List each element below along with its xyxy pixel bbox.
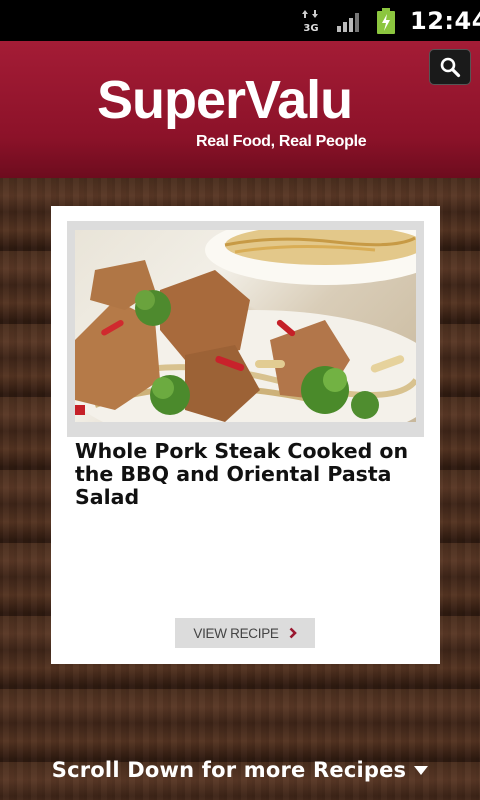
battery-charging-icon xyxy=(377,8,395,34)
recipe-photo[interactable] xyxy=(75,230,416,422)
brand-logo: SuperValu xyxy=(97,70,353,130)
recipe-card[interactable]: Whole Pork Steak Cooked on the BBQ and O… xyxy=(51,206,440,664)
network-type: 3G xyxy=(303,23,318,33)
food-illustration xyxy=(75,230,416,422)
signal-icon xyxy=(337,13,359,32)
scroll-hint-label: Scroll Down for more Recipes xyxy=(51,758,407,782)
search-button[interactable] xyxy=(429,49,471,85)
search-icon xyxy=(440,57,461,78)
3g-data-icon: 3G xyxy=(302,10,319,33)
recipe-title[interactable]: Whole Pork Steak Cooked on the BBQ and O… xyxy=(75,440,420,509)
caret-down-icon xyxy=(414,765,429,775)
recipe-photo-frame xyxy=(67,221,424,437)
view-recipe-button[interactable]: VIEW RECIPE xyxy=(175,618,315,648)
clock: 12:44 xyxy=(410,7,480,35)
status-bar: 3G 12:44 xyxy=(0,0,480,41)
brand-tagline: Real Food, Real People xyxy=(196,133,367,150)
view-recipe-label: VIEW RECIPE xyxy=(193,625,279,641)
app-header: SuperValu Real Food, Real People xyxy=(0,41,480,178)
scroll-hint[interactable]: Scroll Down for more Recipes xyxy=(0,752,480,788)
chevron-right-icon xyxy=(289,627,297,639)
